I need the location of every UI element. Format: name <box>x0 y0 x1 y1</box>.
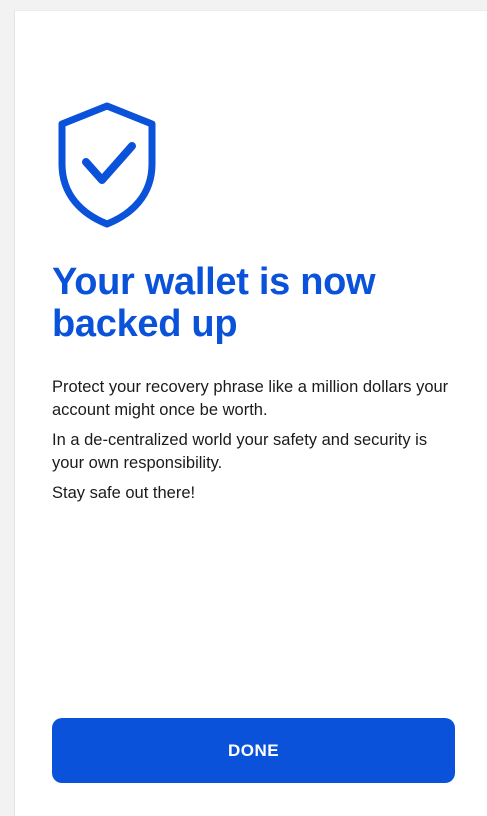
paragraph-decentralized: In a de-centralized world your safety an… <box>52 431 428 472</box>
body-text: Protect your recovery phrase like a mill… <box>52 376 462 512</box>
shield-check-icon <box>58 102 156 228</box>
done-button[interactable]: DONE <box>52 718 455 783</box>
page-title: Your wallet is now backed up <box>52 261 376 345</box>
backup-complete-screen: Your wallet is now backed up Protect you… <box>14 10 487 816</box>
paragraph-protect-phrase: Protect your recovery phrase like a mill… <box>52 378 449 419</box>
paragraph-stay-safe: Stay safe out there! <box>52 484 196 502</box>
